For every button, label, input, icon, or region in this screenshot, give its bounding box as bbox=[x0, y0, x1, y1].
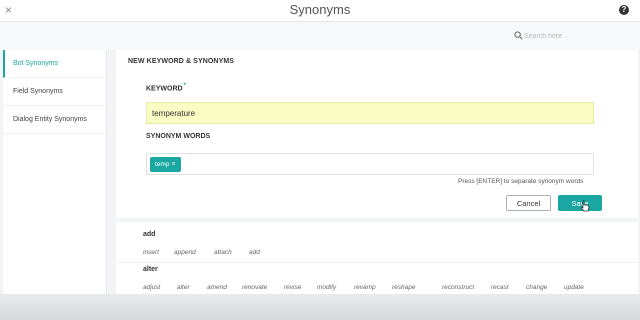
bottom-edge bbox=[0, 294, 640, 320]
synonym-value: adjust bbox=[143, 284, 161, 291]
sidebar-item-dialog-entity-synonyms[interactable]: Dialog Entity Synonyms bbox=[3, 106, 106, 134]
cancel-button[interactable]: Cancel bbox=[506, 195, 551, 211]
search-input[interactable] bbox=[524, 30, 624, 43]
synonym-value: alter bbox=[177, 284, 190, 291]
synonym-value: append bbox=[174, 249, 196, 256]
required-marker: * bbox=[183, 83, 186, 89]
sidebar-item-bot-synonyms[interactable]: Bot Synonyms bbox=[3, 50, 106, 78]
search-bar bbox=[0, 22, 640, 50]
help-icon[interactable]: ? bbox=[619, 5, 629, 15]
search-icon bbox=[514, 31, 523, 40]
synonym-value: update bbox=[564, 284, 584, 291]
synonym-value: revise bbox=[284, 284, 302, 291]
list-item[interactable]: alter adjust alter amend renovate revise modi… bbox=[116, 266, 638, 294]
save-button[interactable]: Save bbox=[558, 195, 602, 211]
synonym-value: recast bbox=[491, 284, 509, 291]
synonym-value: insert bbox=[143, 249, 159, 256]
synonym-value: reshape bbox=[392, 284, 416, 291]
synonym-list: add insert append attach add alter adjust al… bbox=[116, 222, 638, 294]
sidebar: Bot Synonyms Field Synonyms Dialog Entit… bbox=[3, 50, 107, 294]
synonym-value: amend bbox=[207, 284, 227, 291]
remove-chip-icon[interactable]: × bbox=[171, 161, 175, 168]
list-item[interactable]: add insert append attach add bbox=[116, 231, 638, 263]
synonym-value: renovate bbox=[242, 284, 268, 291]
synonym-chip: temp × bbox=[150, 157, 181, 172]
synonym-value: modify bbox=[317, 284, 337, 291]
synonym-value: revamp bbox=[354, 284, 376, 291]
synonym-value: change bbox=[526, 284, 548, 291]
panel-heading: NEW KEYWORD & SYNONYMS bbox=[128, 58, 235, 65]
keyword-input[interactable] bbox=[146, 102, 594, 124]
enter-hint: Press [ENTER] to separate synonym words bbox=[458, 178, 584, 185]
synonym-values: insert append attach add bbox=[143, 241, 638, 259]
window-title: Synonyms bbox=[289, 2, 351, 17]
synonym-value: add bbox=[249, 249, 260, 256]
sidebar-item-field-synonyms[interactable]: Field Synonyms bbox=[3, 78, 106, 106]
synonym-values: adjust alter amend renovate revise modify reva… bbox=[143, 276, 638, 294]
keyword-text: alter bbox=[143, 266, 158, 273]
new-keyword-panel: NEW KEYWORD & SYNONYMS KEYWORD* SYNONYM … bbox=[116, 50, 638, 218]
synonym-words-input[interactable]: temp × bbox=[146, 153, 594, 175]
title-bar: × Synonyms ? bbox=[0, 0, 640, 22]
synonym-words-label: SYNONYM WORDS bbox=[146, 133, 211, 140]
keyword-text: add bbox=[143, 231, 156, 238]
synonym-value: attach bbox=[214, 249, 232, 256]
synonym-value: reconstruct bbox=[442, 284, 475, 291]
keyword-label: KEYWORD* bbox=[146, 83, 186, 93]
